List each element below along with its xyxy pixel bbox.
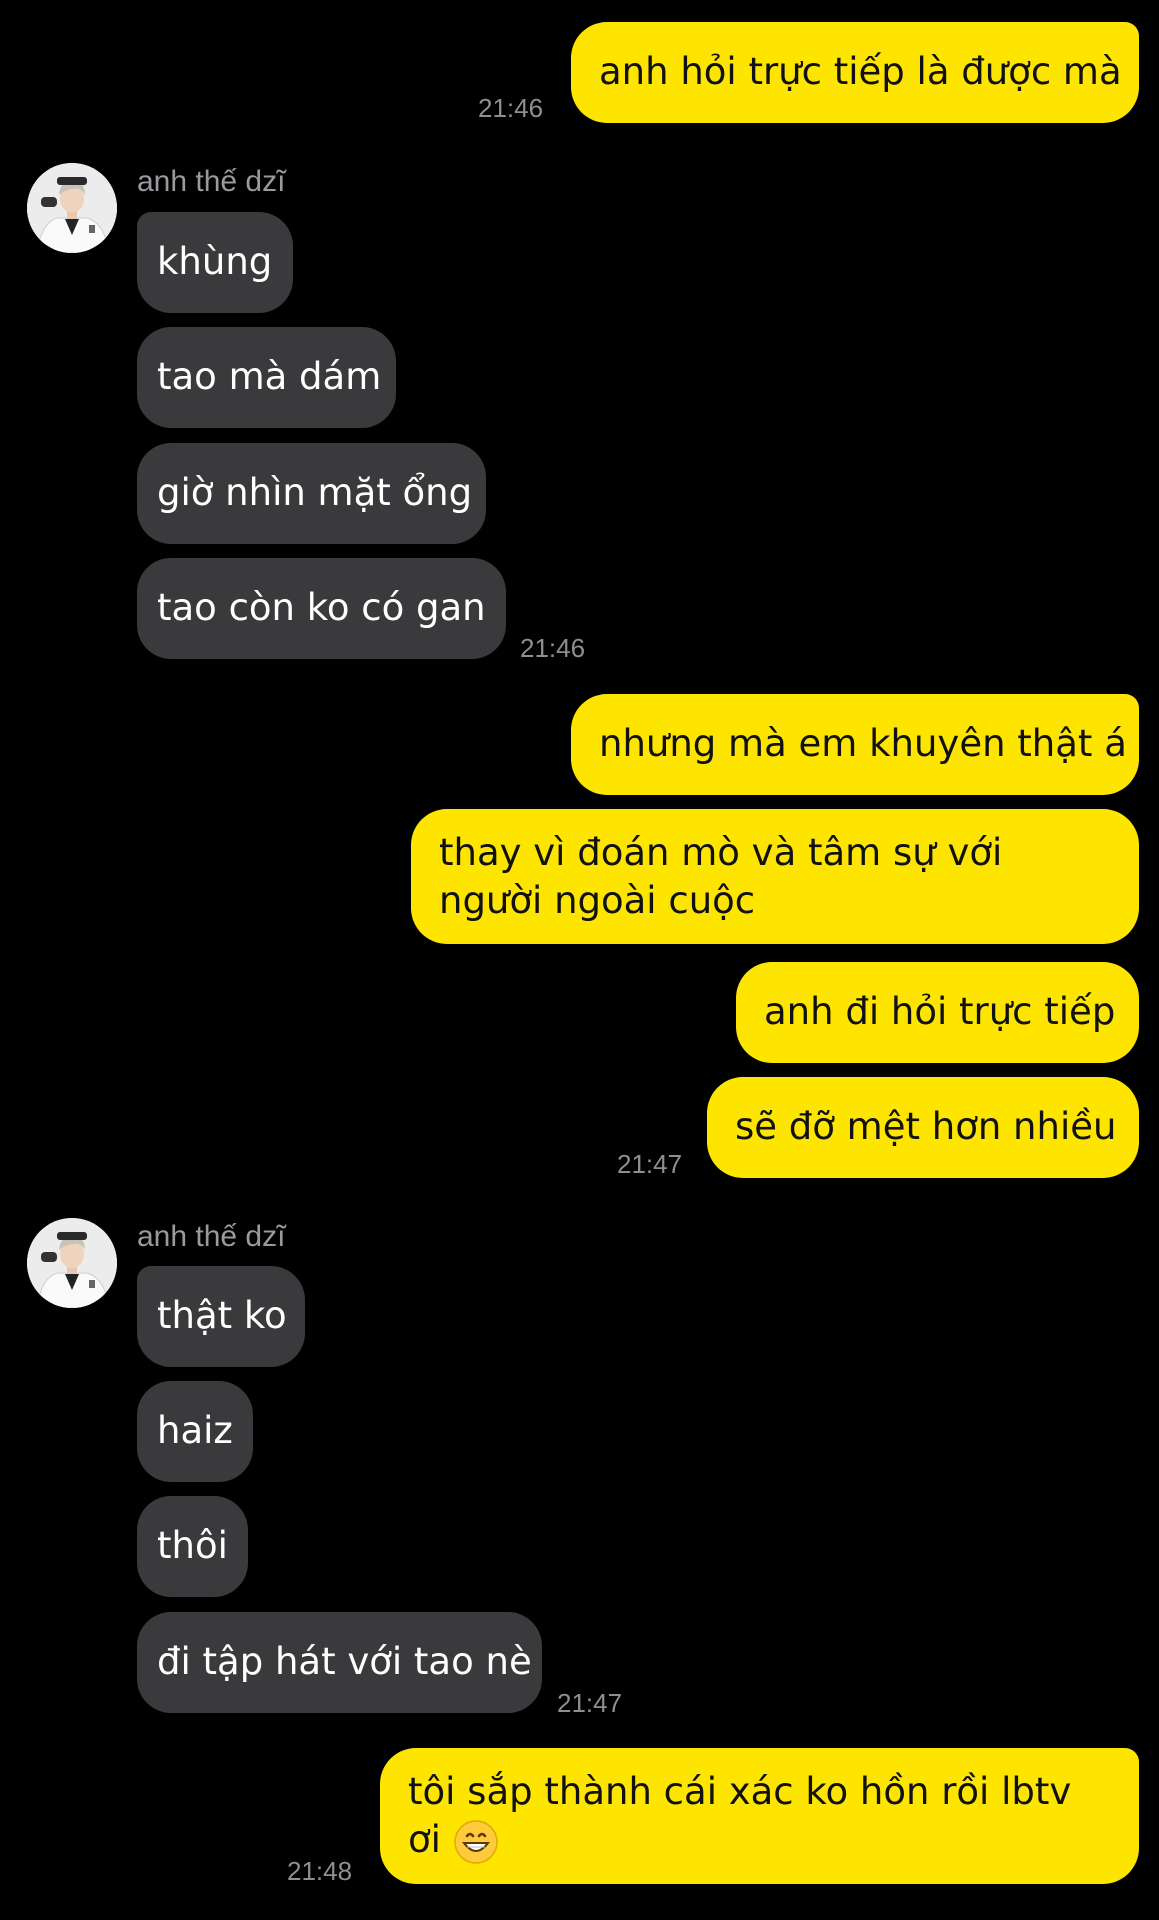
message-text: tao mà dám	[157, 355, 382, 398]
their-message-bubble[interactable]: giờ nhìn mặt ổng	[137, 443, 486, 544]
message-timestamp: 21:47	[617, 1149, 683, 1179]
message-timestamp: 21:46	[478, 93, 544, 123]
grinning-face-emoji-icon	[453, 1819, 499, 1865]
message-text: sẽ đỡ mệt hơn nhiều	[735, 1105, 1117, 1148]
message-text: thay vì đoán mò và tâm sự với người ngoà…	[439, 831, 1003, 922]
my-message-bubble[interactable]: nhưng mà em khuyên thật á	[571, 694, 1139, 795]
their-message-bubble[interactable]: đi tập hát với tao nè	[137, 1612, 542, 1713]
their-message-bubble[interactable]: tao mà dám	[137, 327, 396, 428]
message-text: anh hỏi trực tiếp là được mà	[599, 50, 1122, 93]
message-text: haiz	[157, 1409, 233, 1452]
message-text: thôi	[157, 1524, 228, 1567]
message-timestamp: 21:48	[287, 1856, 353, 1886]
message-text: khùng	[157, 240, 273, 283]
my-message-bubble[interactable]: tôi sắp thành cái xác ko hồn rồi lbtv ơi	[380, 1748, 1139, 1884]
message-text: anh đi hỏi trực tiếp	[764, 990, 1116, 1033]
their-message-bubble[interactable]: haiz	[137, 1381, 253, 1482]
message-text: tao còn ko có gan	[157, 586, 486, 629]
sender-avatar[interactable]	[27, 163, 117, 253]
message-text: đi tập hát với tao nè	[157, 1640, 532, 1683]
my-message-bubble[interactable]: anh hỏi trực tiếp là được mà	[571, 22, 1139, 123]
my-message-bubble[interactable]: thay vì đoán mò và tâm sự với người ngoà…	[411, 809, 1139, 944]
message-timestamp: 21:46	[520, 633, 586, 663]
message-timestamp: 21:47	[557, 1688, 623, 1718]
sender-name: anh thế dzĩ	[137, 1220, 286, 1253]
their-message-bubble[interactable]: khùng	[137, 212, 293, 313]
message-text: tôi sắp thành cái xác ko hồn rồi lbtv ơi	[408, 1770, 1072, 1861]
message-text: thật ko	[157, 1294, 287, 1337]
my-message-bubble[interactable]: anh đi hỏi trực tiếp	[736, 962, 1139, 1063]
sender-avatar[interactable]	[27, 1218, 117, 1308]
message-text: giờ nhìn mặt ổng	[157, 471, 473, 514]
their-message-bubble[interactable]: thôi	[137, 1496, 248, 1597]
their-message-bubble[interactable]: thật ko	[137, 1266, 305, 1367]
their-message-bubble[interactable]: tao còn ko có gan	[137, 558, 506, 659]
sender-name: anh thế dzĩ	[137, 165, 286, 198]
message-text: nhưng mà em khuyên thật á	[599, 722, 1127, 765]
my-message-bubble[interactable]: sẽ đỡ mệt hơn nhiều	[707, 1077, 1139, 1178]
